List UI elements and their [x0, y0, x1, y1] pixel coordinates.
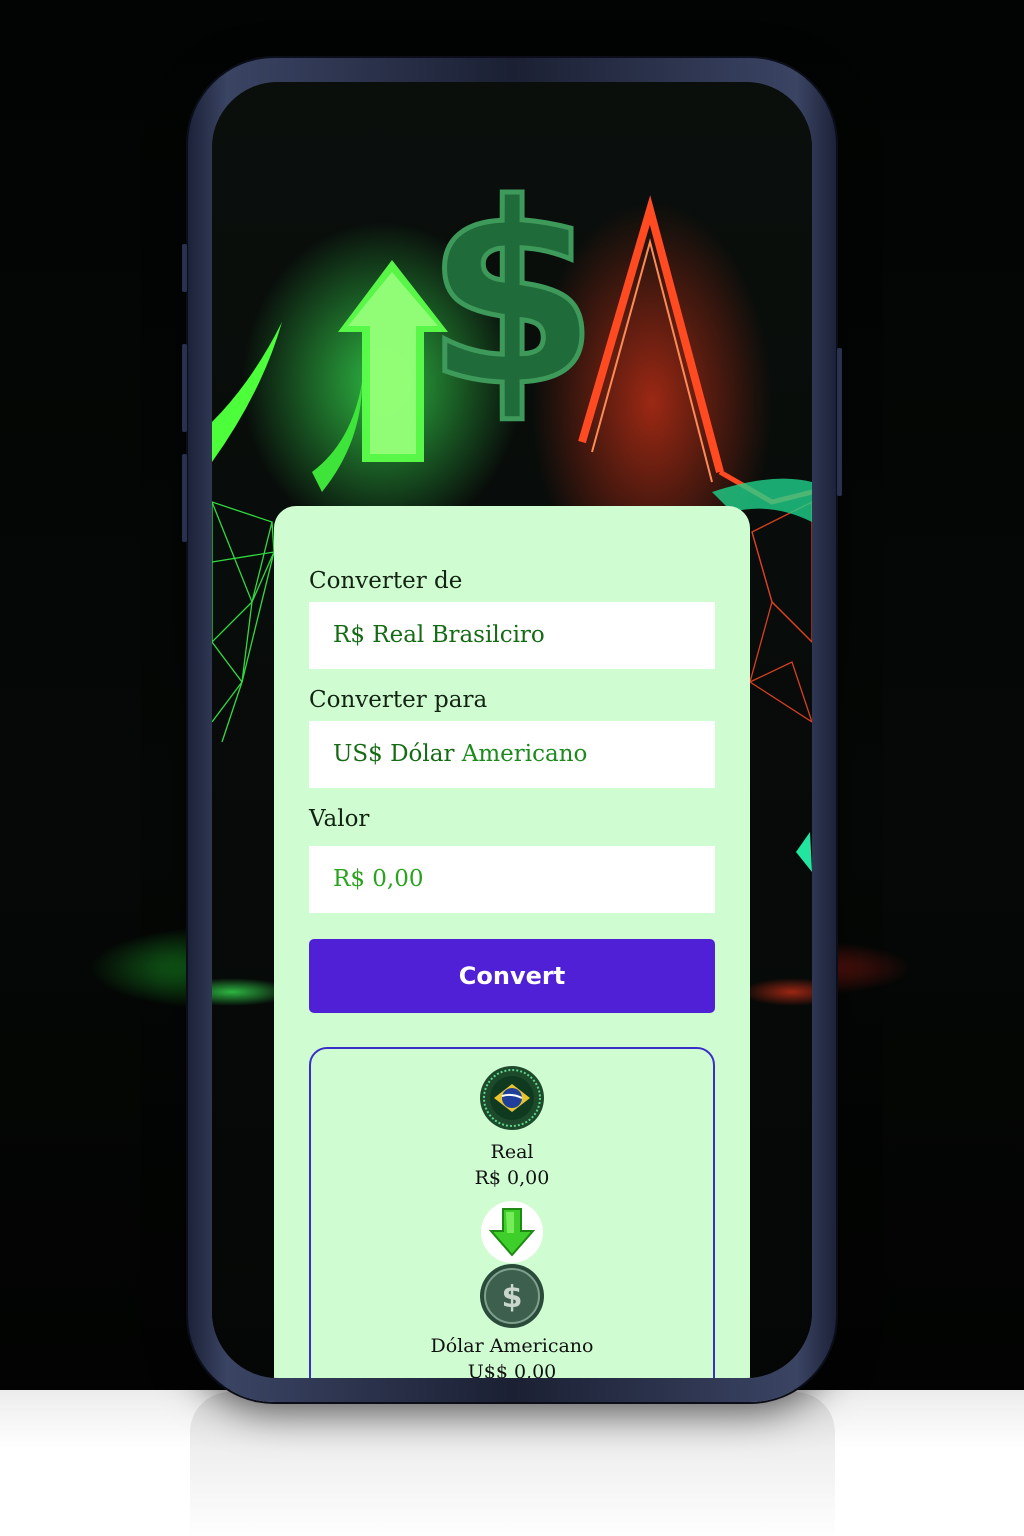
to-currency-text-part2: Americano — [461, 741, 588, 767]
from-currency-select[interactable]: R$ Real Brasilciro — [309, 602, 715, 669]
phone-power-button — [837, 348, 842, 496]
to-currency-label: Converter para — [309, 687, 488, 713]
from-currency-label: Converter de — [309, 568, 463, 594]
arrow-down-icon — [488, 1208, 536, 1257]
phone-reflection — [190, 1392, 835, 1536]
phone-frame: $ Converter de R$ Real Brasilciro Conver… — [182, 58, 842, 1402]
phone-mute-switch — [182, 244, 187, 292]
converter-card: Converter de R$ Real Brasilciro Converte… — [274, 506, 750, 1378]
convert-button[interactable]: Convert — [309, 939, 715, 1013]
dollar-coin-icon: $ — [480, 1264, 544, 1328]
amount-input[interactable]: R$ 0,00 — [309, 846, 715, 913]
down-arrow-badge — [481, 1201, 543, 1263]
svg-text:$: $ — [425, 150, 599, 441]
to-currency-select[interactable]: US$ Dólar Americano — [309, 721, 715, 788]
dollar-sign-icon: $ — [423, 148, 602, 444]
result-from-name: Real — [490, 1141, 534, 1163]
brazil-flag-coin-icon — [480, 1066, 544, 1130]
amount-label: Valor — [309, 806, 370, 832]
phone-volume-down — [182, 454, 187, 542]
result-from-amount: R$ 0,00 — [474, 1167, 550, 1189]
to-currency-text-part1: US$ Dólar — [333, 741, 462, 767]
phone-volume-up — [182, 344, 187, 432]
result-panel: Real R$ 0,00 $ Dólar Americano U$$ 0,00 — [309, 1047, 715, 1378]
result-to-amount: U$$ 0,00 — [467, 1361, 557, 1378]
phone-screen: $ Converter de R$ Real Brasilciro Conver… — [212, 82, 812, 1378]
result-to-name: Dólar Americano — [430, 1335, 594, 1357]
svg-text:$: $ — [502, 1280, 523, 1315]
